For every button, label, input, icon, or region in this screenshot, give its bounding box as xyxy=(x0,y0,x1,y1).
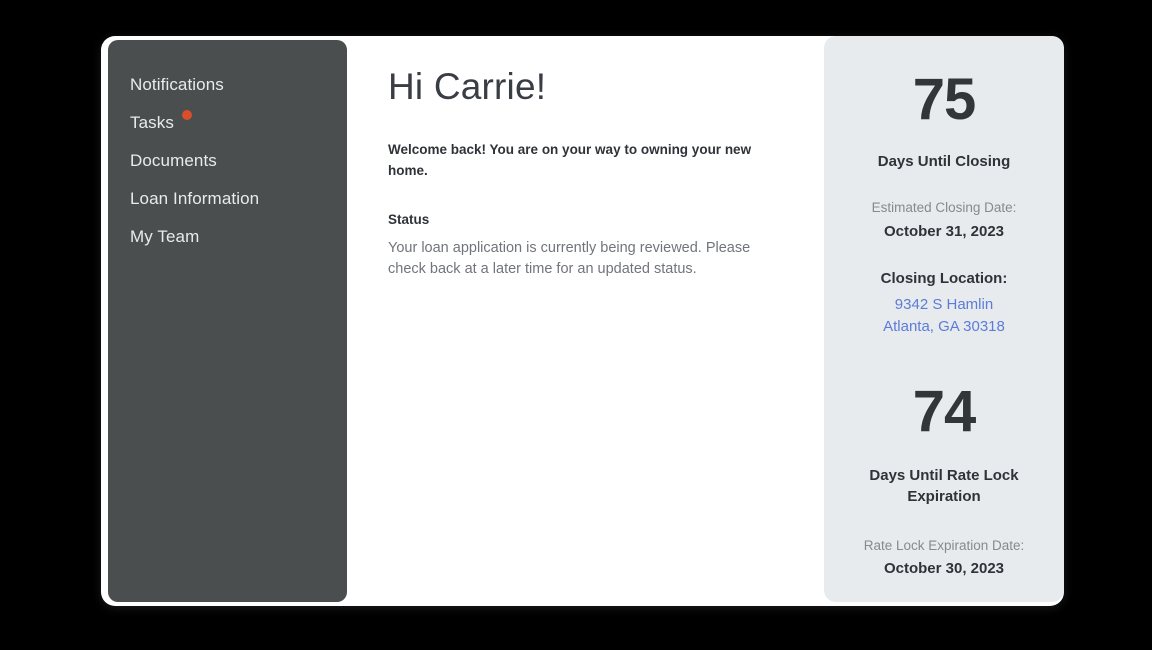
sidebar-item-label: My Team xyxy=(130,226,200,246)
status-heading: Status xyxy=(388,212,430,228)
notification-dot-icon xyxy=(181,110,192,120)
sidebar-item-tasks[interactable]: Tasks xyxy=(108,103,347,141)
sidebar-item-documents[interactable]: Documents xyxy=(108,141,347,179)
rate-lock-expiration-date-value: October 30, 2023 xyxy=(883,559,1005,577)
days-until-rate-lock-value: 74 xyxy=(912,378,977,444)
estimated-closing-date-value: October 31, 2023 xyxy=(883,222,1005,240)
closing-stat-block: 75 Days Until Closing Estimated Closing … xyxy=(824,36,1064,338)
main-content: Hi Carrie! Welcome back! You are on your… xyxy=(388,36,824,606)
rate-lock-expiration-date-label: Rate Lock Expiration Date: xyxy=(863,537,1025,553)
status-description: Your loan application is currently being… xyxy=(388,240,751,278)
days-until-closing-value: 75 xyxy=(912,67,977,132)
page-title: Hi Carrie! xyxy=(388,66,547,107)
sidebar-item-label: Documents xyxy=(130,150,217,170)
days-until-closing-label: Days Until Closing xyxy=(877,153,1011,170)
sidebar-navigation: Notifications Tasks Documents Loan Infor… xyxy=(108,40,347,602)
sidebar-item-label: Tasks xyxy=(130,112,174,132)
closing-location-street[interactable]: 9342 S Hamlin xyxy=(824,291,1064,316)
estimated-closing-date-label: Estimated Closing Date: xyxy=(871,200,1017,216)
closing-location-label: Closing Location: xyxy=(880,270,1008,288)
sidebar-item-notifications[interactable]: Notifications xyxy=(108,65,347,103)
sidebar-item-loan-information[interactable]: Loan Information xyxy=(108,179,347,217)
sidebar-item-my-team[interactable]: My Team xyxy=(108,217,347,255)
app-card: Notifications Tasks Documents Loan Infor… xyxy=(101,36,1064,606)
sidebar-item-label: Notifications xyxy=(130,74,224,94)
rate-lock-stat-block: 74 Days Until Rate Lock Expiration Rate … xyxy=(824,338,1064,580)
closing-location-city-state-zip[interactable]: Atlanta, GA 30318 xyxy=(824,316,1064,338)
welcome-message: Welcome back! You are on your way to own… xyxy=(388,141,752,178)
days-until-rate-lock-label: Days Until Rate Lock Expiration xyxy=(869,466,1019,506)
sidebar-item-label: Loan Information xyxy=(130,188,260,208)
stats-panel: 75 Days Until Closing Estimated Closing … xyxy=(824,36,1064,602)
